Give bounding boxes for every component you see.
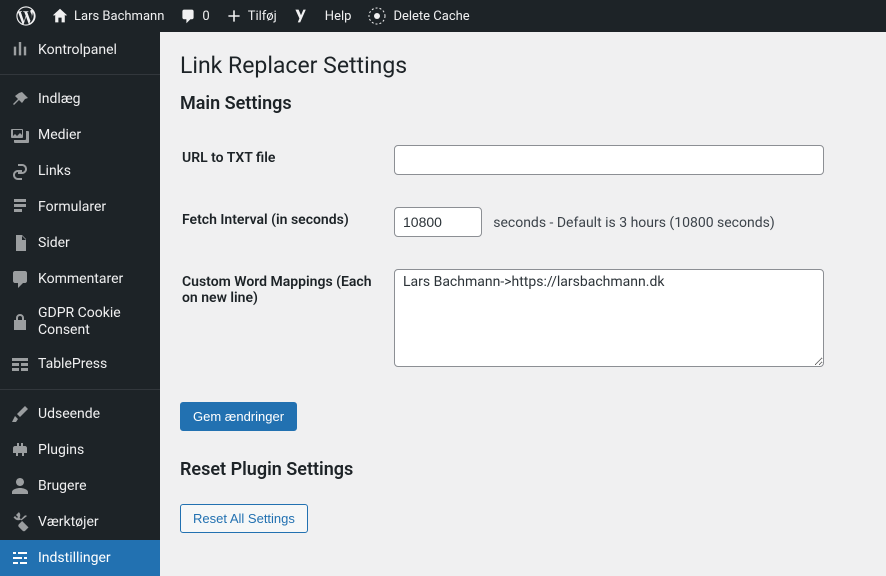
content-area: Link Replacer Settings Main Settings URL… — [160, 32, 886, 576]
sidebar-item-label: Links — [38, 163, 71, 180]
brush-icon — [10, 404, 30, 424]
admin-sidebar: Kontrolpanel Indlæg Medier Links Formula… — [0, 32, 160, 576]
sidebar-item-posts[interactable]: Indlæg — [0, 82, 160, 118]
yoast-icon — [293, 8, 309, 24]
site-name: Lars Bachmann — [74, 9, 164, 24]
comment-icon — [180, 8, 196, 24]
url-field-label: URL to TXT file — [182, 130, 382, 190]
add-new-label: Tilføj — [248, 9, 277, 24]
add-new-link[interactable]: Tilføj — [218, 0, 285, 32]
help-label: Help — [325, 9, 352, 24]
sidebar-item-label: GDPR Cookie Consent — [38, 305, 150, 339]
sidebar-item-label: Kontrolpanel — [38, 42, 117, 59]
fetch-interval-input[interactable] — [394, 207, 482, 237]
wp-logo[interactable] — [8, 0, 44, 32]
pin-icon — [10, 90, 30, 110]
sidebar-item-label: TablePress — [38, 356, 107, 373]
sidebar-item-label: Brugere — [38, 478, 87, 495]
url-txt-input[interactable] — [394, 145, 824, 175]
save-button[interactable]: Gem ændringer — [180, 402, 297, 431]
sidebar-item-label: Medier — [38, 127, 81, 144]
plugin-icon — [10, 440, 30, 460]
user-icon — [10, 476, 30, 496]
sidebar-item-settings[interactable]: Indstillinger — [0, 540, 160, 576]
word-mappings-textarea[interactable]: Lars Bachmann->https://larsbachmann.dk — [394, 269, 824, 367]
table-icon — [10, 355, 30, 375]
sidebar-item-media[interactable]: Medier — [0, 118, 160, 154]
link-icon — [10, 162, 30, 182]
page-title: Link Replacer Settings — [180, 52, 866, 79]
interval-field-label: Fetch Interval (in seconds) — [182, 192, 382, 252]
sidebar-item-label: Sider — [38, 235, 70, 252]
sliders-icon — [10, 548, 30, 568]
lock-icon — [10, 312, 30, 332]
comment-icon — [10, 269, 30, 289]
interval-description: seconds - Default is 3 hours (10800 seco… — [493, 215, 775, 231]
sidebar-item-forms[interactable]: Formularer — [0, 190, 160, 226]
cache-link[interactable]: Delete Cache — [359, 0, 477, 32]
wordpress-icon — [16, 6, 36, 26]
reset-heading: Reset Plugin Settings — [180, 459, 866, 480]
sidebar-item-label: Formularer — [38, 199, 106, 216]
sidebar-item-pages[interactable]: Sider — [0, 225, 160, 261]
sidebar-item-tools[interactable]: Værktøjer — [0, 504, 160, 540]
media-icon — [10, 126, 30, 146]
sidebar-item-label: Værktøjer — [38, 514, 99, 531]
sidebar-item-label: Udseende — [38, 406, 100, 423]
page-icon — [10, 233, 30, 253]
plus-icon — [226, 8, 242, 24]
sidebar-item-links[interactable]: Links — [0, 154, 160, 190]
yoast-link[interactable] — [285, 0, 317, 32]
reset-button[interactable]: Reset All Settings — [180, 504, 308, 533]
sidebar-item-label: Kommentarer — [38, 271, 123, 288]
main-settings-heading: Main Settings — [180, 93, 866, 114]
sidebar-item-plugins[interactable]: Plugins — [0, 432, 160, 468]
mappings-field-label: Custom Word Mappings (Each on new line) — [182, 254, 382, 386]
comments-link[interactable]: 0 — [172, 0, 217, 32]
site-name-link[interactable]: Lars Bachmann — [44, 0, 172, 32]
sidebar-item-label: Plugins — [38, 442, 84, 459]
wrench-icon — [10, 512, 30, 532]
sidebar-item-gdpr[interactable]: GDPR Cookie Consent — [0, 297, 160, 346]
admin-bar: Lars Bachmann 0 Tilføj Help Delete Cache — [0, 0, 886, 32]
sidebar-item-label: Indstillinger — [38, 550, 111, 567]
comment-count: 0 — [202, 9, 209, 24]
sidebar-item-comments[interactable]: Kommentarer — [0, 261, 160, 297]
cache-label: Delete Cache — [393, 9, 469, 24]
sidebar-item-appearance[interactable]: Udseende — [0, 396, 160, 432]
home-icon — [52, 8, 68, 24]
sidebar-item-tablepress[interactable]: TablePress — [0, 347, 160, 383]
forms-icon — [10, 197, 30, 217]
sidebar-item-label: Indlæg — [38, 91, 81, 108]
cache-icon — [367, 6, 387, 26]
sidebar-item-users[interactable]: Brugere — [0, 468, 160, 504]
dashboard-icon — [10, 40, 30, 60]
sidebar-item-dashboard[interactable]: Kontrolpanel — [0, 32, 160, 68]
help-link[interactable]: Help — [317, 0, 360, 32]
